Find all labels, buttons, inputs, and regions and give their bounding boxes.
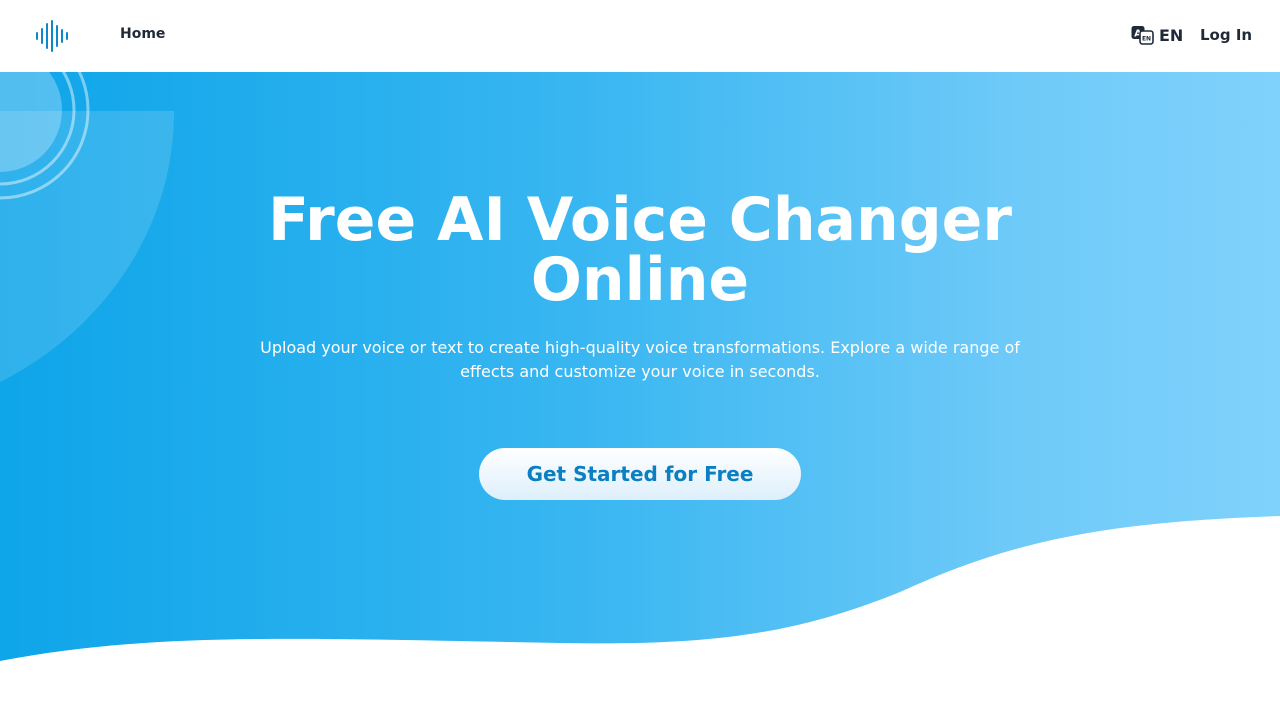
hero-section: Free AI Voice Changer Online Upload your… [0, 72, 1280, 720]
hero-bottom-wave [0, 516, 1280, 720]
hero-title: Free AI Voice Changer Online [268, 185, 1012, 315]
nav-home-link[interactable]: Home [120, 26, 165, 42]
waveform-logo-icon[interactable] [35, 20, 69, 52]
translate-icon: A EN [1131, 26, 1154, 45]
get-started-button[interactable]: Get Started for Free [479, 448, 801, 500]
language-label: EN [1159, 25, 1184, 45]
language-selector[interactable]: A EN EN [1131, 24, 1183, 46]
svg-text:EN: EN [1142, 36, 1151, 43]
top-navbar: Home A EN EN Log In [0, 0, 1280, 72]
hero-subtitle: Upload your voice or text to create high… [260, 338, 1020, 381]
login-link[interactable]: Log In [1200, 26, 1252, 44]
